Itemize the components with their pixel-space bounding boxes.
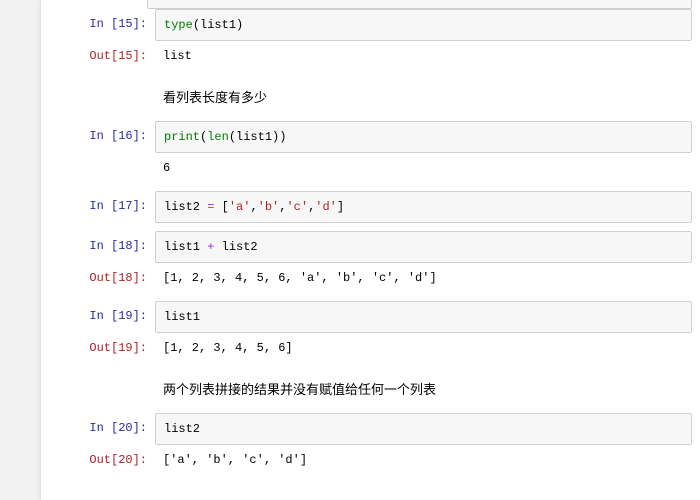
cell-gap — [41, 223, 700, 231]
code-text: list1 + list2 — [164, 238, 681, 256]
code-text: list1 — [164, 308, 681, 326]
output-text: [1, 2, 3, 4, 5, 6, 'a', 'b', 'c', 'd'] — [155, 263, 700, 293]
cell-gap — [41, 293, 700, 301]
code-input[interactable]: list2 = ['a','b','c','d'] — [155, 191, 692, 223]
output-cell: Out[20]:['a', 'b', 'c', 'd'] — [41, 445, 700, 475]
empty-prompt — [41, 79, 155, 91]
cell-gap — [41, 363, 700, 371]
notebook-page: In [15]:type(list1)Out[15]:list看列表长度有多少I… — [40, 0, 700, 500]
in-prompt: In [15]: — [41, 9, 155, 39]
input-cell: In [18]: list1 + list2 — [41, 231, 700, 263]
markdown-text: 看列表长度有多少 — [155, 79, 700, 121]
cell-gap — [41, 71, 700, 79]
stream-text: 6 — [155, 153, 700, 183]
output-cell: Out[18]:[1, 2, 3, 4, 5, 6, 'a', 'b', 'c'… — [41, 263, 700, 293]
input-cell: In [17]: list2 = ['a','b','c','d'] — [41, 191, 700, 223]
output-cell: Out[19]:[1, 2, 3, 4, 5, 6] — [41, 333, 700, 363]
markdown-cell: 两个列表拼接的结果并没有赋值给任何一个列表 — [41, 371, 700, 413]
markdown-text: 两个列表拼接的结果并没有赋值给任何一个列表 — [155, 371, 700, 413]
input-cell: In [15]: type(list1) — [41, 9, 700, 41]
cell-gap — [41, 183, 700, 191]
out-prompt: Out[15]: — [41, 41, 155, 71]
input-cell: In [20]: list2 — [41, 413, 700, 445]
code-input[interactable]: list2 — [155, 413, 692, 445]
input-cell: In [19]: list1 — [41, 301, 700, 333]
output-text: list — [155, 41, 700, 71]
out-prompt: Out[19]: — [41, 333, 155, 363]
partial-cell-top — [147, 0, 692, 9]
code-text: list2 = ['a','b','c','d'] — [164, 198, 681, 216]
out-prompt: Out[18]: — [41, 263, 155, 293]
input-cell: In [16]: print(len(list1)) — [41, 121, 700, 153]
code-input[interactable]: type(list1) — [155, 9, 692, 41]
in-prompt: In [16]: — [41, 121, 155, 151]
in-prompt: In [20]: — [41, 413, 155, 443]
output-text: ['a', 'b', 'c', 'd'] — [155, 445, 700, 475]
output-text: [1, 2, 3, 4, 5, 6] — [155, 333, 700, 363]
cell-gap — [41, 475, 700, 483]
code-text: print(len(list1)) — [164, 128, 681, 146]
in-prompt: In [19]: — [41, 301, 155, 331]
in-prompt: In [17]: — [41, 191, 155, 221]
code-input[interactable]: list1 + list2 — [155, 231, 692, 263]
output-cell: Out[15]:list — [41, 41, 700, 71]
stream-output: 6 — [41, 153, 700, 183]
markdown-cell: 看列表长度有多少 — [41, 79, 700, 121]
code-input[interactable]: list1 — [155, 301, 692, 333]
empty-prompt — [41, 153, 155, 165]
code-text: list2 — [164, 420, 681, 438]
code-input[interactable]: print(len(list1)) — [155, 121, 692, 153]
out-prompt: Out[20]: — [41, 445, 155, 475]
empty-prompt — [41, 371, 155, 383]
in-prompt: In [18]: — [41, 231, 155, 261]
cells-container: In [15]:type(list1)Out[15]:list看列表长度有多少I… — [41, 9, 700, 483]
code-text: type(list1) — [164, 16, 681, 34]
